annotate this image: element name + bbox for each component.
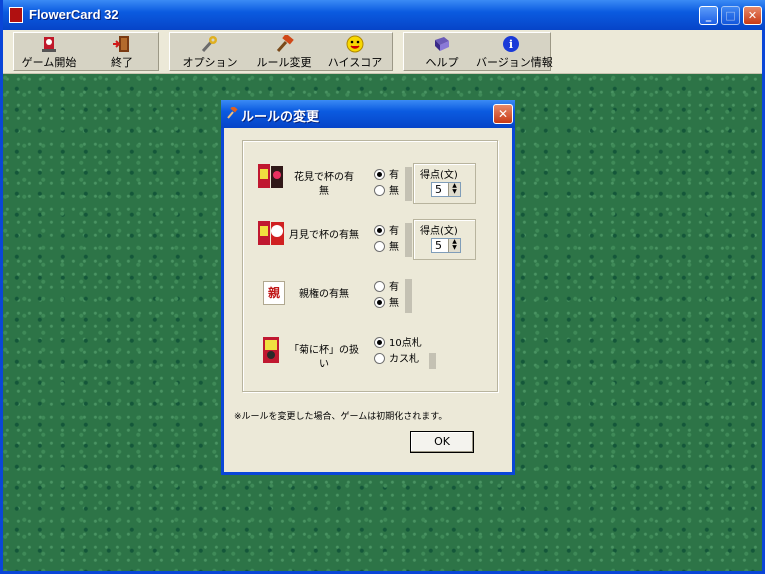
- toolbar-group-help: ヘルプ i バージョン情報: [403, 32, 553, 71]
- help-book-icon: [435, 37, 449, 51]
- svg-text:i: i: [509, 38, 513, 51]
- divider: [405, 223, 412, 257]
- minimize-button[interactable]: _: [699, 6, 718, 25]
- rules-group: 花見で杯の有無 有 無 得点(文) 5 ▲ ▼ 月見で杯の有無 有 無 得点(文) …: [242, 140, 498, 392]
- kiku-ni-sakazuki-card-icon: [263, 337, 279, 363]
- reset-warning-note: ※ルールを変更した場合、ゲームは初期化されます。: [234, 412, 448, 422]
- rule-tsukimi-label: 月見で杯の有無: [289, 230, 359, 241]
- title-bar[interactable]: FlowerCard 32 _ □ ✕: [3, 0, 765, 30]
- dialog-title-bar[interactable]: ルールの変更 ✕: [221, 100, 515, 128]
- rule-change-hammer-icon: [276, 35, 294, 52]
- rule-hanami-score-box: 得点(文) 5 ▲ ▼: [413, 163, 476, 204]
- rule-hanami-off-radio[interactable]: 無: [374, 184, 399, 199]
- rule-tsukimi-on-radio[interactable]: 有: [374, 224, 399, 239]
- new-game-button[interactable]: ゲーム開始: [16, 34, 82, 70]
- rule-hanami-label: 花見で杯の有無: [294, 172, 354, 197]
- rule-kiku-tenpoint-radio[interactable]: 10点札: [374, 336, 422, 351]
- maximize-button[interactable]: □: [721, 6, 740, 25]
- rule-kiku-label: 「菊に杯」の扱い: [289, 345, 359, 370]
- stepper-arrows-icon[interactable]: ▲ ▼: [448, 183, 460, 196]
- hanami-card-icon: [258, 164, 283, 188]
- info-icon: i: [503, 36, 519, 52]
- divider: [429, 353, 436, 369]
- close-icon: ✕: [497, 107, 509, 121]
- rule-change-dialog: ルールの変更 ✕ 花見で杯の有無 有 無 得点(文) 5 ▲ ▼ 月見で杯の有無 有…: [221, 100, 515, 475]
- rule-oya-on-radio[interactable]: 有: [374, 280, 399, 295]
- new-game-icon: [42, 37, 56, 52]
- dialog-close-button[interactable]: ✕: [493, 104, 513, 124]
- rule-hanami-on-radio[interactable]: 有: [374, 168, 399, 183]
- rule-change-hammer-icon: [227, 107, 238, 119]
- rule-change-button[interactable]: ルール変更: [250, 34, 318, 70]
- rule-oya-label: 親権の有無: [299, 289, 349, 300]
- options-button[interactable]: オプション: [174, 34, 246, 70]
- oya-card-icon: 親: [263, 281, 285, 305]
- tsukimi-card-icon: [258, 221, 284, 245]
- app-icon: [9, 7, 23, 23]
- help-button[interactable]: ヘルプ: [414, 34, 470, 70]
- rule-hanami-score-stepper[interactable]: 5 ▲ ▼: [431, 182, 461, 197]
- toolbar-group-settings: オプション ルール変更 ハイスコア: [169, 32, 393, 71]
- toolbar: ゲーム開始 終了 オプション ルール変更 ハイスコア ヘルプ i バージョン情報: [3, 30, 762, 74]
- divider: [405, 279, 412, 313]
- divider: [405, 167, 412, 201]
- rule-tsukimi-score-stepper[interactable]: 5 ▲ ▼: [431, 238, 461, 253]
- smiley-face-icon: [346, 35, 364, 53]
- exit-button[interactable]: 終了: [92, 34, 152, 70]
- rule-tsukimi-score-box: 得点(文) 5 ▲ ▼: [413, 219, 476, 260]
- rule-kiku-kasu-radio[interactable]: カス札: [374, 352, 419, 367]
- version-info-button[interactable]: i バージョン情報: [476, 34, 553, 70]
- exit-door-icon: [113, 36, 129, 52]
- maximize-icon: □: [725, 9, 736, 22]
- rule-oya-off-radio[interactable]: 無: [374, 296, 399, 311]
- rule-tsukimi-off-radio[interactable]: 無: [374, 240, 399, 255]
- minimize-icon: _: [705, 9, 712, 22]
- toolbar-group-game: ゲーム開始 終了: [13, 32, 159, 71]
- window-title: FlowerCard 32: [29, 7, 119, 22]
- close-icon: ✕: [747, 9, 758, 22]
- dialog-title: ルールの変更: [241, 110, 320, 125]
- close-button[interactable]: ✕: [743, 6, 762, 25]
- high-score-button[interactable]: ハイスコア: [322, 34, 388, 70]
- stepper-arrows-icon[interactable]: ▲ ▼: [448, 239, 460, 252]
- options-tools-icon: [201, 36, 217, 53]
- ok-button[interactable]: OK: [410, 431, 474, 453]
